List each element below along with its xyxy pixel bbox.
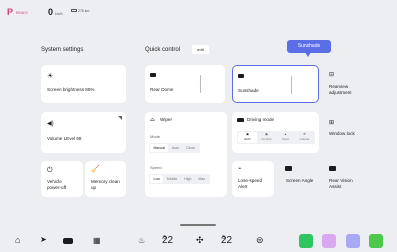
- wiper-speed-low[interactable]: Low: [150, 175, 164, 183]
- brightness-icon: ☀: [47, 73, 54, 80]
- vehicle-power-off-card[interactable]: ⏻ Vehicle power-off: [41, 161, 83, 197]
- volume-icon: ◀): [47, 121, 54, 127]
- driving-mode-selector: ▣ ECO ▣ Comfort ▲ Sport ⟰ Outside: [237, 131, 315, 144]
- screen-angle-tile[interactable]: Screen Angle: [277, 161, 321, 197]
- volume-card[interactable]: ◀) Volume LEvel 68: [41, 112, 126, 153]
- wiper-title: Wiper: [160, 117, 172, 122]
- status-bar: P READY 0 km/h 276 km: [0, 0, 397, 22]
- broom-icon: 🧹: [91, 166, 100, 173]
- lose-speed-card[interactable]: ⌁ Lose-speed Alert: [232, 161, 274, 197]
- gear-indicator: P: [7, 7, 14, 17]
- sunshade-card[interactable]: Sunshade: [232, 65, 319, 103]
- temp-left-dec: .5: [162, 235, 167, 241]
- speed-unit: km/h: [55, 12, 63, 16]
- power-off-label: Vehicle power-off: [47, 179, 67, 190]
- screen-angle-icon: [285, 166, 292, 171]
- rear-dome-card[interactable]: Rear Dome: [145, 65, 225, 103]
- window-lock-label: Window lock: [329, 131, 355, 136]
- rearview-tile[interactable]: ⊟ Rearview adjustment: [322, 65, 362, 103]
- wiper-card: ⌓ Wiper Mode Manual Auto Close Speed Low…: [145, 112, 227, 197]
- wiper-mode-auto[interactable]: Auto: [168, 144, 182, 152]
- fan-icon[interactable]: ✣: [196, 235, 204, 246]
- wiper-speed-max[interactable]: Max: [195, 175, 209, 183]
- brightness-label: Screen brightness 85%: [47, 87, 95, 92]
- wiper-speed-label: Speed: [150, 165, 162, 170]
- sport-mode-label: Sport: [282, 137, 289, 141]
- driving-mode-title: Driving mode: [247, 117, 275, 122]
- seat-heat-icon[interactable]: ♨: [138, 236, 145, 245]
- tooltip-label: Sunshade: [297, 43, 321, 49]
- wiper-speed-high[interactable]: High: [181, 175, 195, 183]
- lose-speed-label: Lose-speed Alert: [238, 178, 263, 189]
- screen-angle-label: Screen Angle: [286, 178, 314, 183]
- phone-icon[interactable]: [299, 234, 313, 248]
- store-icon[interactable]: [369, 234, 383, 248]
- resize-corner-icon: [118, 116, 122, 120]
- rear-vision-tile[interactable]: Rear Vision Assist: [322, 161, 362, 197]
- driving-mode-eco[interactable]: ▣ ECO: [238, 132, 257, 143]
- wiper-speed-middle[interactable]: Middle: [163, 175, 180, 183]
- dock-bar: ⌂ ➤ ▦ ♨ 22.5 ✣ 22.5 ⊜: [0, 230, 397, 252]
- screen-brightness-card[interactable]: ☀ Screen brightness 85%: [41, 65, 126, 103]
- wiper-mode-selector: Manual Auto Close: [149, 143, 200, 153]
- car-icon-dock[interactable]: [63, 238, 73, 244]
- navigation-icon[interactable]: ➤: [40, 235, 47, 244]
- wiper-speed-selector: Low Middle High Max: [149, 174, 210, 184]
- battery-icon: [71, 9, 77, 12]
- sunshade-divider: [291, 76, 292, 94]
- media-icon[interactable]: [346, 234, 360, 248]
- rear-dome-label: Rear Dome: [150, 87, 174, 92]
- apps-grid-icon[interactable]: ▦: [93, 236, 101, 245]
- tooltip-arrow: [305, 52, 311, 57]
- eco-mode-label: ECO: [244, 137, 251, 141]
- range-value: 276 km: [78, 8, 90, 13]
- gear-status: READY: [16, 11, 29, 15]
- quick-control-title: Quick control: [145, 47, 181, 53]
- wiper-icon: ⌓: [150, 117, 155, 123]
- memory-label: Memory clean up: [91, 179, 120, 190]
- recirculation-icon[interactable]: ⊜: [256, 235, 264, 246]
- rearview-label: Rearview adjustment: [329, 84, 352, 95]
- memory-clean-card[interactable]: 🧹 Memory clean up: [85, 161, 126, 197]
- messages-icon[interactable]: [322, 234, 336, 248]
- rear-dome-divider: [200, 75, 201, 93]
- alert-icon: ⌁: [238, 166, 242, 172]
- window-lock-tile[interactable]: ⊞ Window lock: [322, 112, 362, 153]
- home-indicator[interactable]: [180, 224, 216, 226]
- power-icon: ⏻: [47, 167, 53, 174]
- temp-right-dec: .5: [221, 235, 226, 241]
- sunshade-tooltip: Sunshade: [287, 40, 331, 57]
- edit-button[interactable]: edit: [192, 45, 209, 54]
- rear-dome-icon: [150, 73, 156, 77]
- home-icon[interactable]: ⌂: [15, 235, 20, 245]
- outside-mode-label: Outside: [299, 137, 310, 141]
- driving-mode-sport[interactable]: ▲ Sport: [276, 132, 295, 143]
- wiper-mode-close[interactable]: Close: [183, 144, 199, 152]
- driving-mode-card: Driving mode ▣ ECO ▣ Comfort ▲ Sport ⟰ O…: [232, 112, 319, 153]
- mirror-icon: ⊟: [329, 72, 335, 78]
- camera-icon: [329, 166, 336, 171]
- sunshade-label: Sunshade: [238, 88, 259, 93]
- comfort-mode-label: Comfort: [261, 137, 272, 141]
- volume-label: Volume LEvel 68: [47, 136, 82, 141]
- rear-vision-label: Rear Vision Assist: [329, 178, 353, 189]
- wiper-mode-manual[interactable]: Manual: [150, 144, 169, 152]
- car-icon: [237, 118, 244, 122]
- wiper-mode-label: Mode: [150, 134, 161, 139]
- sunshade-icon: [238, 74, 244, 78]
- driving-mode-comfort[interactable]: ▣ Comfort: [257, 132, 276, 143]
- speed-value: 0: [48, 7, 54, 17]
- window-lock-icon: ⊞: [329, 120, 335, 126]
- system-settings-title: System settings: [41, 47, 84, 53]
- driving-mode-outside[interactable]: ⟰ Outside: [295, 132, 314, 143]
